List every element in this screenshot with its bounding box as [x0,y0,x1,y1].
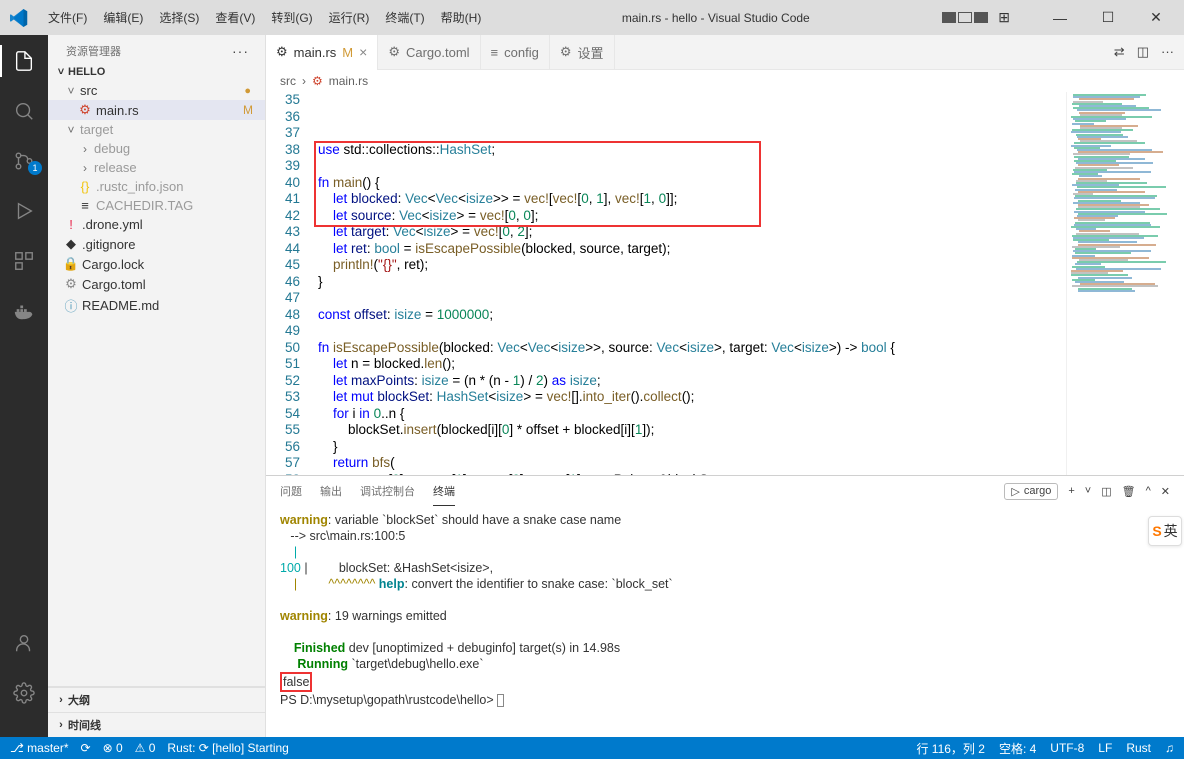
code-editor[interactable]: 3536373839404142434445464748495051525354… [266,92,1066,475]
close-tab-icon[interactable]: × [359,44,367,60]
folder-item[interactable]: ˅target [48,120,265,139]
titlebar-right: ⊞ — ☐ ✕ [942,3,1176,33]
panel-tab[interactable]: 问题 [280,477,302,505]
editor-tab[interactable]: ≡config [481,35,550,70]
menu-item[interactable]: 查看(V) [207,5,263,30]
compare-changes-icon[interactable]: ⇄ [1114,44,1125,60]
editor-tabs: ⚙main.rsM×⚙Cargo.toml≡config⚙设置 ⇄ ◫ ··· [266,35,1184,70]
rust-analyzer-status[interactable]: Rust: ⟳ [hello] Starting [167,741,288,755]
sidebar-title: 资源管理器 [66,43,121,59]
file-item[interactable]: ⚙Cargo.toml [48,274,265,294]
settings-gear-icon[interactable] [0,677,48,709]
file-item[interactable]: ⓘREADME.md [48,294,265,317]
layout-toggle-icons[interactable] [942,12,988,23]
file-tree: ˅src●⚙main.rsM˅target›debug›release{}.ru… [48,81,265,317]
file-item[interactable]: !.drone.yml [48,215,265,234]
panel-tab-bar: 问题输出调试控制台终端 ▷cargo + ˅ ◫ 🗑 ^ ✕ [266,476,1184,506]
menu-bar: 文件(F)编辑(E)选择(S)查看(V)转到(G)运行(R)终端(T)帮助(H) [40,5,489,30]
project-section[interactable]: ˅HELLO [48,63,265,81]
panel-tab[interactable]: 调试控制台 [360,477,415,505]
warnings-count[interactable]: ⚠ 0 [135,741,156,755]
feedback-icon[interactable]: ♫ [1165,741,1174,755]
bottom-panel: 问题输出调试控制台终端 ▷cargo + ˅ ◫ 🗑 ^ ✕ warning: … [266,475,1184,737]
maximize-button[interactable]: ☐ [1088,3,1128,33]
panel-tab[interactable]: 输出 [320,477,342,505]
window-title: main.rs - hello - Visual Studio Code [489,11,942,25]
file-item[interactable]: {}.rustc_info.json [48,177,265,196]
more-actions-icon[interactable]: ··· [1161,44,1174,60]
activity-bar: 1 [0,35,48,737]
close-button[interactable]: ✕ [1136,3,1176,33]
menu-item[interactable]: 文件(F) [40,5,95,30]
menu-item[interactable]: 选择(S) [151,5,207,30]
folder-item[interactable]: ›release [48,158,265,177]
split-terminal-icon[interactable]: ◫ [1101,485,1111,498]
file-item[interactable]: ◆.gitignore [48,234,265,254]
cursor-position[interactable]: 行 116，列 2 [916,740,984,757]
terminal-profile-cargo[interactable]: ▷cargo [1004,483,1058,500]
editor-tab[interactable]: ⚙Cargo.toml [378,35,480,70]
kill-terminal-icon[interactable]: 🗑 [1122,485,1136,498]
customize-layout-icon[interactable]: ⊞ [998,9,1010,26]
folder-item[interactable]: ˅src● [48,81,265,100]
terminal-dropdown-icon[interactable]: ˅ [1085,485,1091,497]
new-terminal-icon[interactable]: + [1068,485,1074,497]
title-bar: 文件(F)编辑(E)选择(S)查看(V)转到(G)运行(R)终端(T)帮助(H)… [0,0,1184,35]
rust-file-icon: ⚙ [312,74,323,88]
indentation[interactable]: 空格: 4 [999,740,1036,757]
eol[interactable]: LF [1098,741,1112,755]
language-mode[interactable]: Rust [1126,741,1151,755]
terminal-output[interactable]: warning: variable `blockSet` should have… [266,506,1184,737]
explorer-icon[interactable] [0,45,48,77]
menu-item[interactable]: 运行(R) [321,5,378,30]
panel-tab[interactable]: 终端 [433,477,455,506]
run-debug-icon[interactable] [0,195,48,227]
vscode-logo-icon [8,7,30,29]
source-control-icon[interactable]: 1 [0,145,48,177]
minimap[interactable] [1066,92,1184,475]
menu-item[interactable]: 转到(G) [263,5,320,30]
file-item[interactable]: ≡CACHEDIR.TAG [48,196,265,215]
menu-item[interactable]: 编辑(E) [95,5,151,30]
folder-item[interactable]: ›debug [48,139,265,158]
status-bar: ⎇ master* ⟳ ⊗ 0 ⚠ 0 Rust: ⟳ [hello] Star… [0,737,1184,759]
maximize-panel-icon[interactable]: ^ [1146,485,1151,497]
errors-count[interactable]: ⊗ 0 [103,741,123,755]
menu-item[interactable]: 终端(T) [377,5,432,30]
explorer-sidebar: 资源管理器 ··· ˅HELLO ˅src●⚙main.rsM˅target›d… [48,35,266,737]
file-item[interactable]: ⚙main.rsM [48,100,265,120]
file-item[interactable]: 🔒Cargo.lock [48,254,265,274]
editor-tab[interactable]: ⚙设置 [550,35,615,70]
ime-indicator[interactable]: S英 [1148,516,1182,546]
minimize-button[interactable]: — [1040,3,1080,33]
menu-item[interactable]: 帮助(H) [433,5,490,30]
editor-area: ⚙main.rsM×⚙Cargo.toml≡config⚙设置 ⇄ ◫ ··· … [266,35,1184,737]
sync-icon[interactable]: ⟳ [81,741,91,755]
git-branch[interactable]: ⎇ master* [10,741,69,755]
extensions-icon[interactable] [0,245,48,277]
close-panel-icon[interactable]: ✕ [1161,485,1170,498]
output-false: false [280,672,312,692]
breadcrumbs[interactable]: src › ⚙ main.rs [266,70,1184,92]
outline-section[interactable]: ›大纲 [48,687,265,712]
timeline-section[interactable]: ›时间线 [48,712,265,737]
encoding[interactable]: UTF-8 [1050,741,1084,755]
docker-icon[interactable] [0,295,48,327]
accounts-icon[interactable] [0,627,48,659]
search-icon[interactable] [0,95,48,127]
split-editor-icon[interactable]: ◫ [1137,44,1149,60]
editor-tab[interactable]: ⚙main.rsM× [266,35,378,70]
sidebar-more-icon[interactable]: ··· [232,43,249,59]
